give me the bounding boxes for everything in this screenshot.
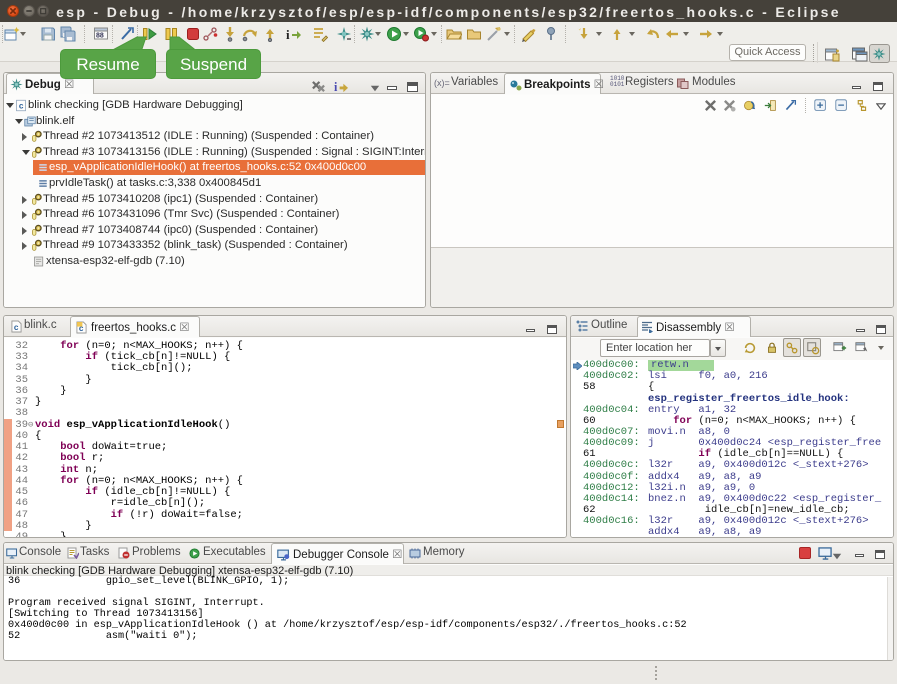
svg-text:c: c [14, 324, 19, 333]
svg-text:i: i [334, 80, 338, 94]
svg-text:c: c [19, 103, 24, 112]
